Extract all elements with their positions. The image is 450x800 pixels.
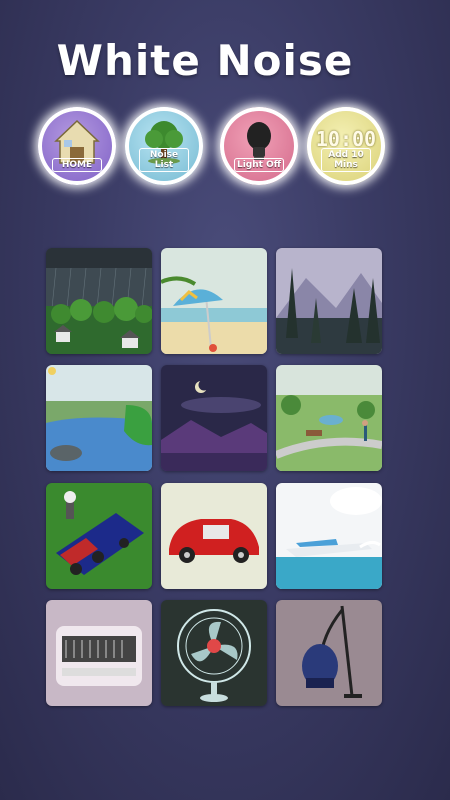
- tile-river[interactable]: [46, 365, 152, 471]
- tile-boat[interactable]: [276, 483, 382, 589]
- tile-park[interactable]: [276, 365, 382, 471]
- radio-image: [46, 600, 152, 706]
- forest-mountains-image: [276, 248, 382, 354]
- add-10-mins-button[interactable]: 10:00 Add 10 Mins: [307, 107, 385, 185]
- car-image: [161, 483, 267, 589]
- top-buttons: HOME Noise List Light Off 10:00 Add 10 M…: [33, 107, 433, 187]
- tile-rain-storm[interactable]: [46, 248, 152, 354]
- tile-radio[interactable]: [46, 600, 152, 706]
- tile-vacuum-cleaner[interactable]: [276, 600, 382, 706]
- tile-train[interactable]: [46, 483, 152, 589]
- beach-image: [161, 248, 267, 354]
- train-image: [46, 483, 152, 589]
- lightbulb-icon: [247, 122, 271, 160]
- house-icon: [54, 119, 100, 164]
- tile-fan[interactable]: [161, 600, 267, 706]
- noise-list-label: Noise List: [139, 148, 189, 172]
- river-image: [46, 365, 152, 471]
- tile-car[interactable]: [161, 483, 267, 589]
- app-title: White Noise: [56, 36, 354, 85]
- night-sky-image: [161, 365, 267, 471]
- tree-icon: [145, 121, 183, 164]
- rain-storm-image: [46, 248, 152, 354]
- light-off-button[interactable]: Light Off: [220, 107, 298, 185]
- vacuum-cleaner-image: [276, 600, 382, 706]
- fan-image: [161, 600, 267, 706]
- home-label: HOME: [52, 158, 102, 172]
- boat-image: [276, 483, 382, 589]
- tile-forest-mountains[interactable]: [276, 248, 382, 354]
- noise-list-button[interactable]: Noise List: [125, 107, 203, 185]
- tile-beach[interactable]: [161, 248, 267, 354]
- park-image: [276, 365, 382, 471]
- add-10-mins-label: Add 10 Mins: [321, 148, 371, 172]
- light-off-label: Light Off: [234, 158, 284, 172]
- home-button[interactable]: HOME: [38, 107, 116, 185]
- tile-night-sky[interactable]: [161, 365, 267, 471]
